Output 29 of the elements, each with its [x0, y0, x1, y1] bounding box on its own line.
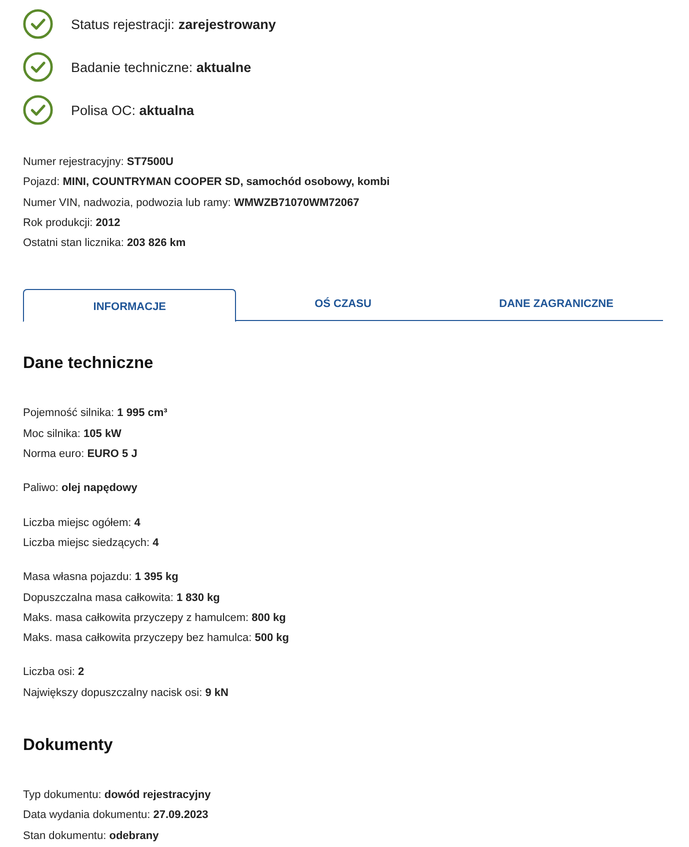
info-line: Paliwo: olej napędowy [23, 481, 138, 496]
section-heading: Dane techniczne [23, 353, 154, 374]
info-line: Ostatni stan licznika: 203 826 km [23, 236, 187, 252]
check-circle-icon [23, 9, 53, 39]
info-line: Dopuszczalna masa całkowita: 1 830 kg [23, 590, 221, 606]
section-heading: Dokumenty [23, 735, 114, 756]
info-line: Data wydania dokumentu: 27.09.2023 [23, 808, 210, 824]
info-line: Liczba miejsc siedzących: 4 [23, 536, 160, 551]
info-line: Maks. masa całkowita przyczepy z hamulcem: 800 kg [23, 610, 287, 626]
info-line: Norma euro: EURO 5 J [23, 447, 138, 462]
info-line: Typ dokumentu: dowód rejestracyjny [23, 788, 212, 804]
info-line: Moc silnika: 105 kW [23, 426, 122, 442]
info-line: Największy dopuszczalny nacisk osi: 9 kN [23, 686, 230, 701]
info-line: Stan dokumentu: odebrany [23, 828, 160, 844]
status-text: Polisa OC: aktualna [71, 102, 194, 118]
info-line: Numer rejestracyjny: ST7500U [23, 155, 174, 170]
tab[interactable]: INFORMACJE [23, 289, 236, 322]
info-line: Rok produkcji: 2012 [23, 216, 122, 231]
info-line: Pojemność silnika: 1 995 cm³ [23, 406, 168, 422]
check-circle-icon [23, 95, 53, 125]
info-line: Masa własna pojazdu: 1 395 kg [23, 570, 180, 586]
info-line: Liczba miejsc ogółem: 4 [23, 516, 142, 531]
check-circle-icon [23, 52, 53, 82]
info-line: Maks. masa całkowita przyczepy bez hamulca: 500 kg [23, 631, 290, 646]
status-text: Status rejestracji: zarejestrowany [71, 16, 276, 32]
info-line: Numer VIN, nadwozia, podwozia lub ramy: WMWZB71070WM72067 [23, 196, 360, 211]
info-line: Liczba osi: 2 [23, 665, 86, 680]
status-text: Badanie techniczne: aktualne [71, 60, 252, 74]
info-line: Pojazd: MINI, COUNTRYMAN COOPER SD, samochód osobowy, kombi [23, 175, 391, 190]
